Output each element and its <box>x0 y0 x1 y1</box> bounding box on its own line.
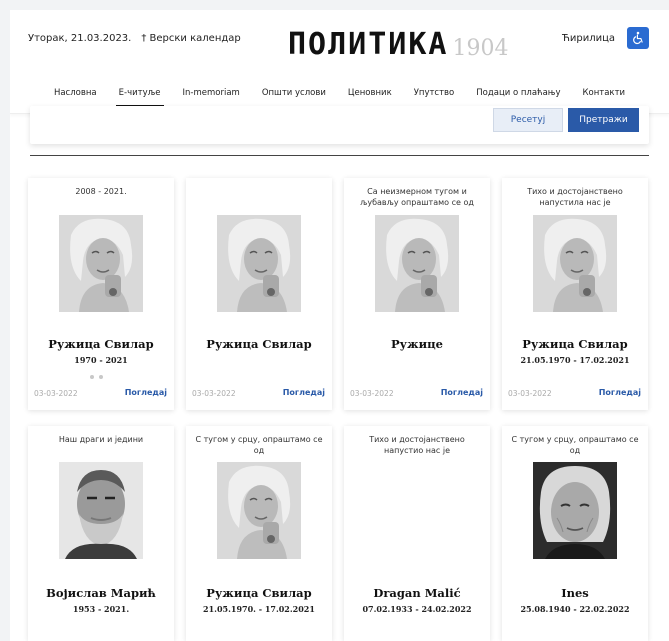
obituary-card[interactable]: Тихо и достојанствено напустио нас је Dra… <box>344 426 490 641</box>
card-intro-text: С тугом у срцу, опраштамо се од <box>195 435 323 455</box>
carousel-dots[interactable] <box>90 375 103 379</box>
logo-year: 1904 <box>452 36 509 61</box>
carousel-dot[interactable] <box>99 375 103 379</box>
wheelchair-icon <box>633 31 643 45</box>
life-dates: 21.05.1970 - 17.02.2021 <box>520 355 630 365</box>
religious-calendar-link[interactable]: † Верски календар <box>141 33 240 44</box>
nav-item[interactable]: Подаци о плаћању <box>465 82 571 106</box>
obituary-card[interactable]: С тугом у срцу, опраштамо се од Ружица С… <box>186 426 332 641</box>
card-intro-text: Наш драги и једини <box>58 435 144 444</box>
page: Уторак, 21.03.2023. † Верски календар ПОЛ… <box>10 10 669 641</box>
life-dates: 25.08.1940 - 22.02.2022 <box>520 604 630 614</box>
deceased-name: Ines <box>561 586 589 600</box>
card-intro-text: Тихо и достојанствено напустио нас је <box>369 435 465 455</box>
life-dates: 1970 - 2021 <box>74 355 128 365</box>
publish-date: 03-03-2022 <box>508 389 552 398</box>
deceased-photo <box>217 462 301 559</box>
deceased-photo <box>533 215 617 312</box>
deceased-name: Dragan Malić <box>373 586 461 600</box>
logo-name: ПОЛИТИКА <box>288 27 449 62</box>
life-dates: 21.05.1970. - 17.02.2021 <box>203 604 315 614</box>
deceased-name: Ружица Свилар <box>48 337 154 351</box>
nav-item[interactable]: Општи услови <box>251 82 337 106</box>
card-intro-text: Са неизмерном тугом и љубављу опраштамо … <box>360 187 474 207</box>
life-dates: 07.02.1933 - 24.02.2022 <box>362 604 472 614</box>
card-intro-text: С тугом у срцу, опраштамо се од <box>511 435 639 455</box>
reset-button[interactable]: Ресетуј <box>493 108 563 132</box>
deceased-photo <box>59 462 143 559</box>
view-link[interactable]: Погледај <box>441 388 483 397</box>
view-link[interactable]: Погледај <box>125 388 167 397</box>
obituary-card[interactable]: 2008 - 2021. Ружица Свилар 1970 - 2021 03-… <box>28 178 174 410</box>
carousel-dot[interactable] <box>90 375 94 379</box>
logo[interactable]: ПОЛИТИКА 1904 <box>288 24 509 64</box>
deceased-name: Војислав Марић <box>46 586 156 600</box>
nav-item[interactable]: Е-читуље <box>108 82 172 107</box>
header: Уторак, 21.03.2023. † Верски календар ПОЛ… <box>10 10 669 82</box>
card-intro-text: 2008 - 2021. <box>75 187 127 196</box>
publish-date: 03-03-2022 <box>34 389 78 398</box>
deceased-photo <box>375 215 459 312</box>
obituary-card[interactable]: Ружица Свилар 03-03-2022 Погледај <box>186 178 332 410</box>
deceased-name: Ружица Свилар <box>522 337 628 351</box>
obituary-card[interactable]: С тугом у срцу, опраштамо се од Ines 25.0… <box>502 426 648 641</box>
obituary-card[interactable]: Наш драги и једини Војислав Марић 1953 - … <box>28 426 174 641</box>
deceased-photo <box>533 462 617 559</box>
view-link[interactable]: Погледај <box>599 388 641 397</box>
view-link[interactable]: Погледај <box>283 388 325 397</box>
date-display: Уторак, 21.03.2023. † Верски календар <box>28 33 241 44</box>
nav-item[interactable]: Контакти <box>571 82 636 106</box>
divider <box>30 155 649 156</box>
deceased-name: Ружица Свилар <box>206 586 312 600</box>
deceased-photo <box>217 215 301 312</box>
life-dates: 1953 - 2021. <box>72 604 130 614</box>
accessibility-button[interactable] <box>627 27 649 49</box>
nav-item[interactable]: Ценовник <box>337 82 403 106</box>
nav-item[interactable]: Насловна <box>43 82 108 106</box>
script-switch[interactable]: Ћирилица <box>562 33 615 44</box>
obituary-card[interactable]: Тихо и достојанствено напустила нас је Р… <box>502 178 648 410</box>
search-button[interactable]: Претражи <box>568 108 639 132</box>
deceased-photo <box>59 215 143 312</box>
deceased-name: Ружица Свилар <box>206 337 312 351</box>
obituary-card[interactable]: Са неизмерном тугом и љубављу опраштамо … <box>344 178 490 410</box>
deceased-name: Ружице <box>391 337 443 351</box>
card-intro-text: Тихо и достојанствено напустила нас је <box>527 187 623 207</box>
publish-date: 03-03-2022 <box>350 389 394 398</box>
nav-item[interactable]: Упутство <box>403 82 466 106</box>
nav-item[interactable]: In-memoriam <box>172 82 251 106</box>
publish-date: 03-03-2022 <box>192 389 236 398</box>
current-date: Уторак, 21.03.2023. <box>28 33 132 44</box>
